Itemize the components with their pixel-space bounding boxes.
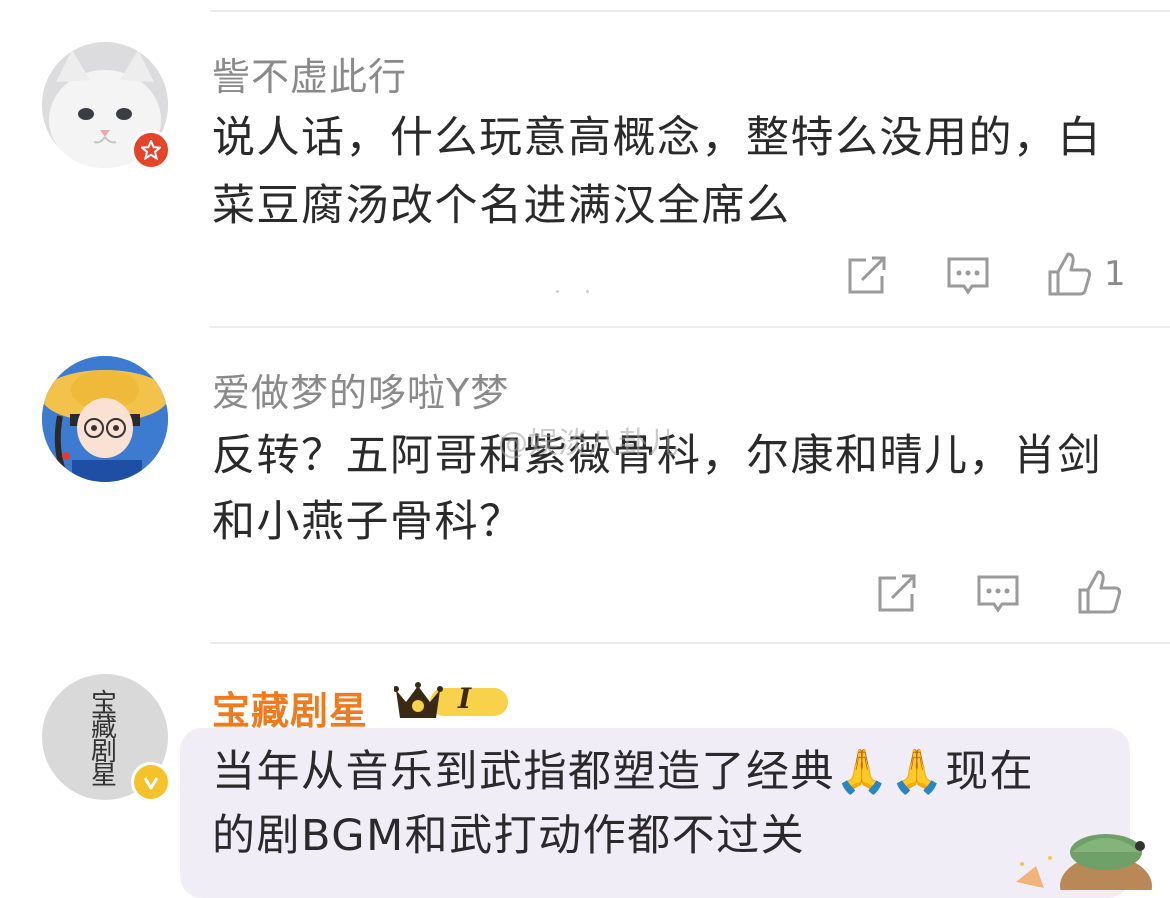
like-button[interactable]: 1 xyxy=(1046,250,1126,298)
reply-button[interactable] xyxy=(946,256,990,296)
comment-divider xyxy=(210,326,1170,328)
share-button[interactable] xyxy=(846,256,888,296)
thumbs-up-icon xyxy=(1078,570,1122,614)
comment-text-line-1: 说人话，什么玩意高概念，整特么没用的，白 xyxy=(212,113,1102,163)
dots-decoration xyxy=(556,290,596,294)
comment-username[interactable]: 宝藏剧星 xyxy=(212,680,368,735)
level-badge-text: I xyxy=(458,682,472,715)
weibo-watermark: @娱淡八卦儿 xyxy=(498,426,678,461)
comment-icon xyxy=(977,575,1019,613)
comment-text-line-2: 和小燕子骨科？ xyxy=(212,497,524,547)
share-icon xyxy=(878,574,916,612)
red-star-badge-icon xyxy=(131,130,171,170)
avatar-calligraphy-text: 宝藏剧星 xyxy=(90,689,117,791)
share-icon xyxy=(848,256,886,294)
share-button[interactable] xyxy=(876,574,918,614)
yellow-verified-badge-icon xyxy=(131,762,171,802)
like-count: 1 xyxy=(1104,254,1126,294)
comment-username[interactable]: 爱做梦的哆啦Y梦 xyxy=(212,362,509,417)
level-crown-badge: I xyxy=(393,680,512,726)
like-button[interactable] xyxy=(1076,568,1124,616)
comment-divider xyxy=(210,642,1170,644)
comment-icon xyxy=(947,257,989,295)
reply-button[interactable] xyxy=(976,574,1020,614)
comment-username[interactable]: 訾不虚此行 xyxy=(212,46,407,101)
capybara-sticker-icon xyxy=(1016,834,1152,890)
comment-text-line-2: 菜豆腐汤改个名进满汉全席么 xyxy=(212,181,791,231)
girl-straw-hat-avatar[interactable] xyxy=(42,356,168,482)
comment-text-line-2: 的剧BGM和武打动作都不过关 xyxy=(212,811,806,861)
top-divider xyxy=(210,10,1170,12)
crown-icon xyxy=(393,682,508,718)
comment-text-line-1: 当年从音乐到武指都塑造了经典🙏🙏现在 xyxy=(212,747,1035,797)
thumbs-up-icon xyxy=(1048,252,1092,296)
girl-portrait-icon xyxy=(42,356,168,482)
